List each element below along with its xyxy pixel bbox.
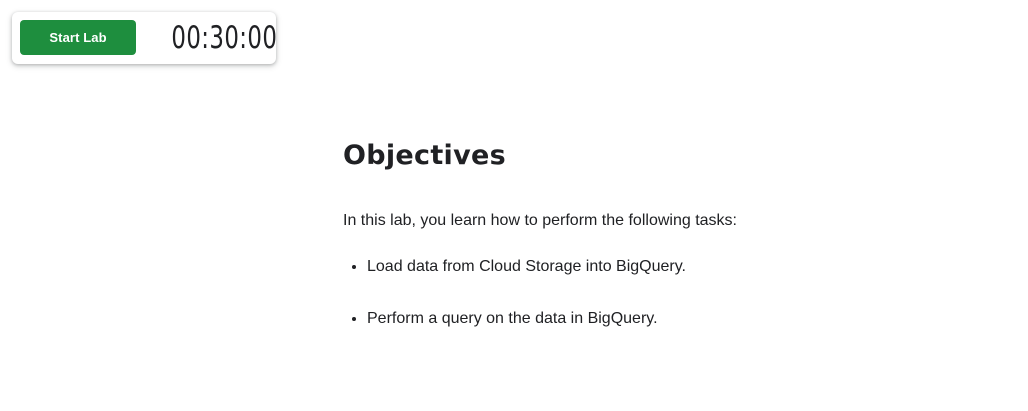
start-lab-button[interactable]: Start Lab: [20, 20, 136, 55]
objectives-intro: In this lab, you learn how to perform th…: [343, 212, 737, 229]
main-content: Objectives In this lab, you learn how to…: [343, 130, 983, 357]
lab-timer: 00:30:00: [171, 20, 278, 56]
objective-item: Load data from Cloud Storage into BigQue…: [367, 253, 983, 281]
objective-item: Perform a query on the data in BigQuery.: [367, 305, 983, 333]
lab-control-panel: Start Lab 00:30:00: [12, 12, 278, 64]
objectives-list: Load data from Cloud Storage into BigQue…: [343, 253, 983, 333]
objectives-heading: Objectives: [343, 140, 506, 171]
